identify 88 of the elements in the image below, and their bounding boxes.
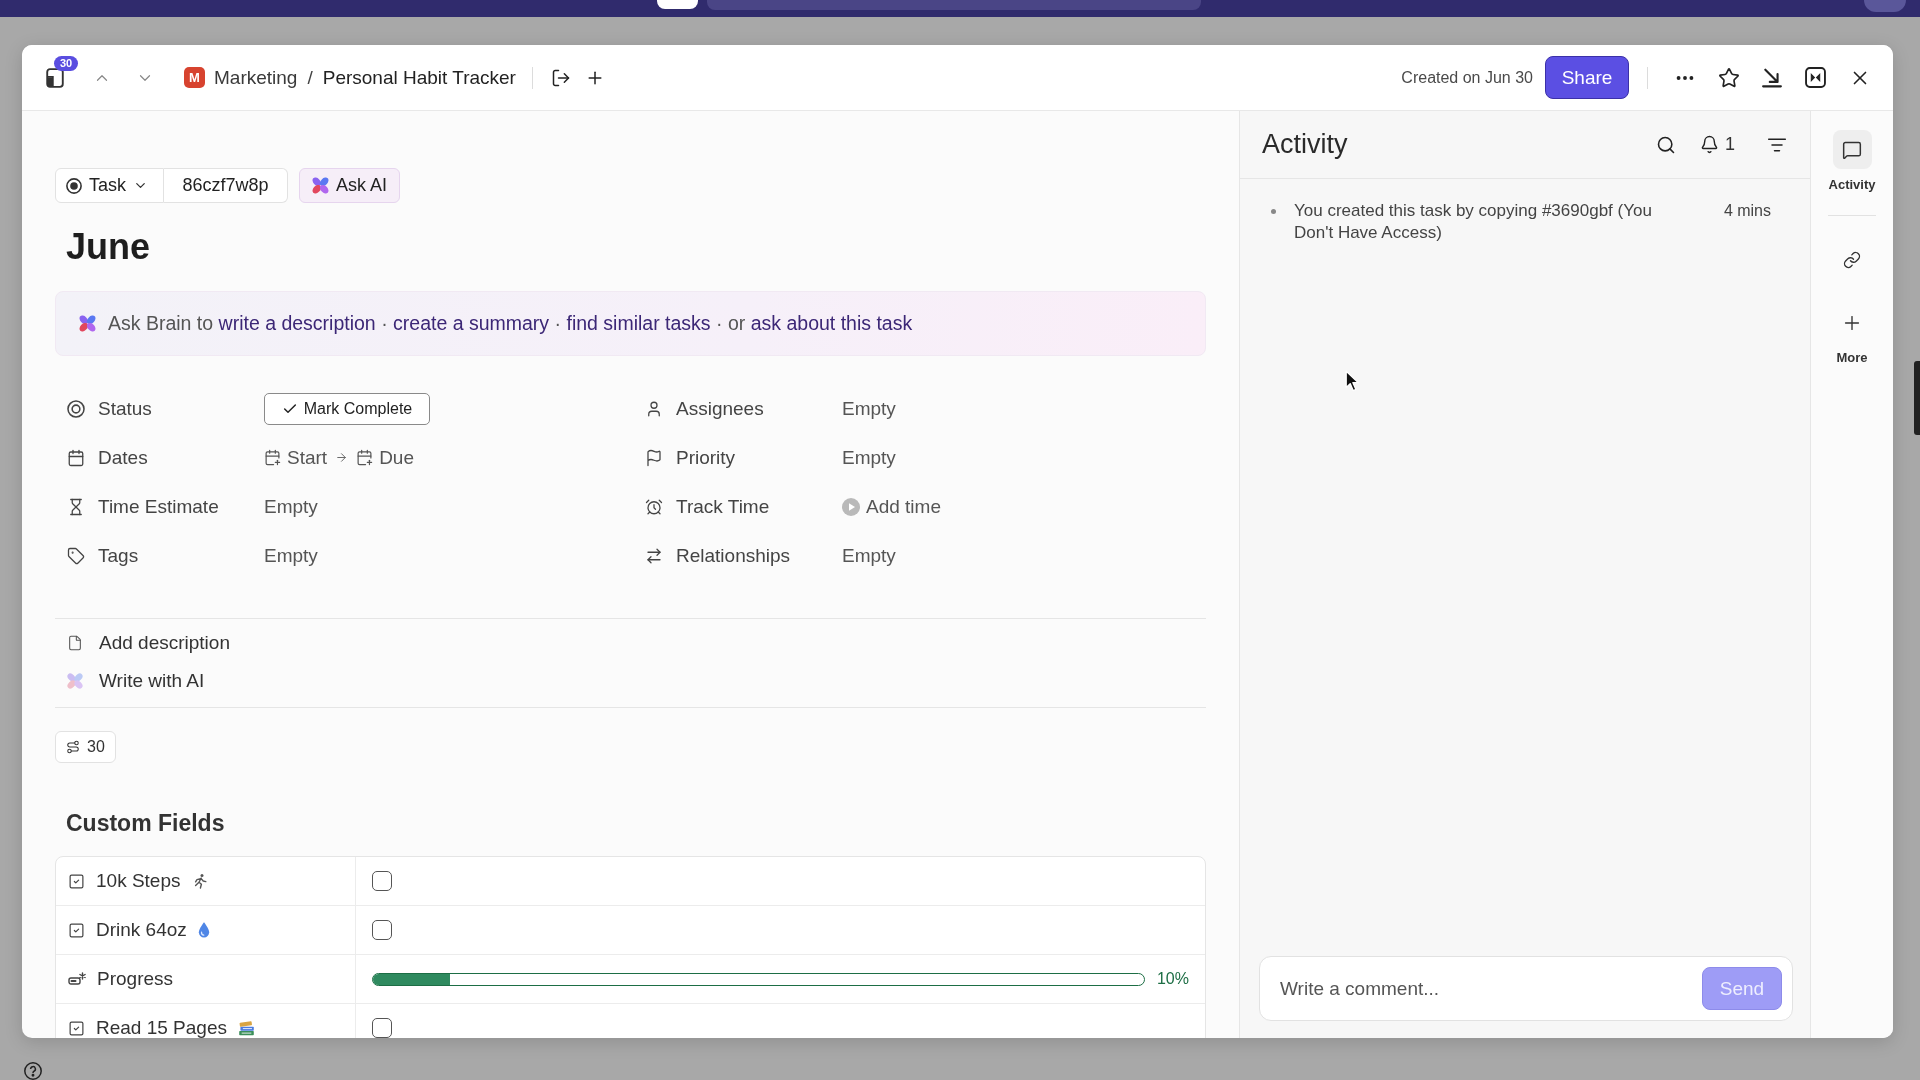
section-heading: Custom Fields — [66, 809, 225, 838]
share-button[interactable]: Share — [1545, 56, 1629, 99]
calendar-plus-icon — [356, 449, 374, 466]
ask-brain-link[interactable]: ask about this task — [750, 312, 913, 334]
custom-field-name: Drink 64oz — [96, 919, 187, 941]
more-tab[interactable]: More — [1832, 303, 1872, 366]
field-value: Empty — [264, 544, 318, 567]
checkbox-square-icon — [68, 872, 85, 890]
ask-brain-prompt: Ask Brain to write a description · create a summary · find similar tasks · or ask about this task — [108, 312, 913, 335]
custom-field-name: Progress — [97, 968, 174, 990]
progress-track[interactable] — [372, 972, 1145, 986]
route-icon — [66, 740, 81, 754]
write-with-ai-button[interactable]: Write with AI — [67, 670, 205, 692]
search-field[interactable] — [707, 0, 1201, 10]
tray-icon[interactable] — [46, 67, 64, 88]
field-label: Relationships — [676, 544, 792, 567]
breadcrumb-separator: / — [307, 66, 313, 89]
scroll-handle[interactable] — [1914, 361, 1920, 435]
water-drop-icon — [197, 922, 210, 938]
task-title: June — [66, 225, 151, 269]
field-value: Empty — [842, 544, 896, 567]
arrow-down-right-icon[interactable] — [1762, 67, 1782, 88]
star-icon[interactable] — [1718, 66, 1740, 89]
flower-icon — [67, 673, 83, 689]
field-value: Empty — [842, 397, 896, 420]
field-label: Assignees — [676, 397, 765, 420]
created-date: Created on Jun 30 — [1401, 68, 1533, 87]
activity-time: 4 mins — [1723, 201, 1771, 221]
ask-brain-link[interactable]: write a description — [218, 312, 376, 334]
mark-complete-button[interactable]: Mark Complete — [264, 392, 430, 425]
calendar-icon — [67, 448, 85, 467]
field-label: Status — [98, 397, 153, 420]
bullet-icon — [1271, 209, 1276, 214]
arrow-right-icon — [335, 451, 349, 464]
field-label: Dates — [98, 446, 149, 469]
progress-icon — [68, 972, 86, 986]
ask-ai-button[interactable]: Ask AI — [299, 168, 400, 203]
custom-field-name: 10k Steps — [96, 870, 181, 892]
top-bar-button[interactable] — [657, 0, 698, 9]
checkbox-square-icon — [68, 921, 85, 939]
field-label: Tags — [98, 544, 140, 567]
ask-brain-link[interactable]: create a summary — [393, 312, 550, 334]
search-icon[interactable] — [1656, 134, 1676, 155]
mouse-pointer-icon — [1345, 370, 1360, 393]
breadcrumb-current[interactable]: Personal Habit Tracker — [322, 66, 516, 89]
add-time-button[interactable]: Add time — [842, 495, 941, 518]
checkbox[interactable] — [372, 1018, 392, 1038]
subtasks-button[interactable]: 30 — [55, 731, 116, 763]
flower-icon — [312, 177, 329, 194]
swap-arrows-icon — [645, 546, 663, 565]
bell-icon — [1700, 135, 1719, 154]
field-label: Track Time — [676, 495, 771, 518]
field-label: Time Estimate — [98, 495, 220, 518]
activity-text: You created this task by copying #3690gbf (You Don't Have Access) — [1294, 200, 1653, 244]
alarm-clock-icon — [645, 497, 663, 516]
activity-tab[interactable]: Activity — [1828, 130, 1876, 193]
play-icon — [842, 497, 860, 516]
checkbox[interactable] — [372, 920, 392, 940]
notification-count: 30 — [54, 55, 78, 71]
tag-icon — [67, 546, 85, 565]
ask-brain-link[interactable]: find similar tasks — [566, 312, 711, 334]
task-type-dropdown[interactable]: Task — [55, 168, 164, 203]
notifications-button[interactable]: 1 — [1700, 134, 1735, 155]
speech-bubble-icon — [1832, 130, 1872, 169]
activity-title: Activity — [1262, 129, 1348, 160]
hourglass-icon — [67, 497, 85, 516]
start-date-button[interactable]: Start — [264, 446, 328, 469]
space-initial: M — [184, 67, 205, 88]
breadcrumb-link[interactable]: Marketing — [214, 66, 298, 89]
task-id-button[interactable]: 86czf7w8p — [164, 168, 288, 203]
custom-field-name: Read 15 Pages — [96, 1017, 227, 1038]
flag-icon — [645, 448, 663, 467]
document-icon — [67, 635, 83, 651]
help-icon[interactable] — [24, 1062, 42, 1080]
checkbox[interactable] — [372, 871, 392, 891]
field-value: Empty — [264, 495, 318, 518]
add-description-button[interactable]: Add description — [67, 632, 230, 654]
progress-reading: 10% — [1156, 970, 1189, 988]
flower-icon — [79, 315, 96, 332]
circle-dot-icon — [66, 177, 82, 194]
field-value: Empty — [842, 446, 896, 469]
checkbox-square-icon — [68, 1019, 85, 1037]
target-icon — [67, 399, 85, 418]
calendar-plus-icon — [264, 449, 281, 466]
due-date-button[interactable]: Due — [356, 446, 414, 469]
field-label: Priority — [676, 446, 737, 469]
square-arrows-icon[interactable] — [1805, 67, 1826, 88]
person-icon — [645, 399, 663, 418]
